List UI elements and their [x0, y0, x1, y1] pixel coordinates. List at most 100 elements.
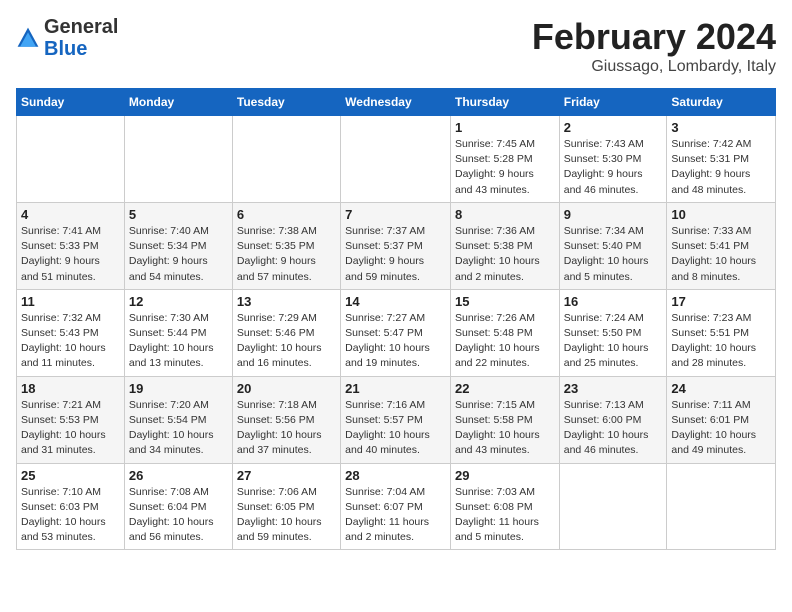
- calendar-cell: 14 Sunrise: 7:27 AM Sunset: 5:47 PM Dayli…: [341, 289, 451, 376]
- day-info: Sunrise: 7:33 AM Sunset: 5:41 PM Dayligh…: [671, 224, 771, 285]
- day-info: Sunrise: 7:43 AM Sunset: 5:30 PM Dayligh…: [564, 137, 663, 198]
- logo: General Blue: [16, 16, 118, 60]
- weekday-header-saturday: Saturday: [667, 89, 776, 116]
- day-info: Sunrise: 7:16 AM Sunset: 5:57 PM Dayligh…: [345, 398, 446, 459]
- day-number: 26: [129, 468, 228, 483]
- calendar-cell: 16 Sunrise: 7:24 AM Sunset: 5:50 PM Dayli…: [559, 289, 667, 376]
- day-info: Sunrise: 7:42 AM Sunset: 5:31 PM Dayligh…: [671, 137, 771, 198]
- day-info: Sunrise: 7:40 AM Sunset: 5:34 PM Dayligh…: [129, 224, 228, 285]
- weekday-header-tuesday: Tuesday: [232, 89, 340, 116]
- day-number: 28: [345, 468, 446, 483]
- day-info: Sunrise: 7:45 AM Sunset: 5:28 PM Dayligh…: [455, 137, 555, 198]
- calendar-cell: [232, 116, 340, 203]
- week-row-5: 25 Sunrise: 7:10 AM Sunset: 6:03 PM Dayli…: [17, 463, 776, 550]
- day-number: 17: [671, 294, 771, 309]
- calendar-cell: 22 Sunrise: 7:15 AM Sunset: 5:58 PM Dayli…: [450, 376, 559, 463]
- day-number: 13: [237, 294, 336, 309]
- calendar-cell: 29 Sunrise: 7:03 AM Sunset: 6:08 PM Dayli…: [450, 463, 559, 550]
- calendar-cell: 6 Sunrise: 7:38 AM Sunset: 5:35 PM Daylig…: [232, 202, 340, 289]
- day-info: Sunrise: 7:37 AM Sunset: 5:37 PM Dayligh…: [345, 224, 446, 285]
- calendar-cell: 10Sunrise: 7:33 AM Sunset: 5:41 PM Dayli…: [667, 202, 776, 289]
- week-row-3: 11Sunrise: 7:32 AM Sunset: 5:43 PM Dayli…: [17, 289, 776, 376]
- calendar-cell: [341, 116, 451, 203]
- weekday-header-sunday: Sunday: [17, 89, 125, 116]
- weekday-header-friday: Friday: [559, 89, 667, 116]
- calendar-cell: 27 Sunrise: 7:06 AM Sunset: 6:05 PM Dayli…: [232, 463, 340, 550]
- calendar-cell: 20Sunrise: 7:18 AM Sunset: 5:56 PM Dayli…: [232, 376, 340, 463]
- day-info: Sunrise: 7:10 AM Sunset: 6:03 PM Dayligh…: [21, 485, 120, 546]
- day-number: 25: [21, 468, 120, 483]
- logo-general: General: [44, 16, 118, 38]
- day-number: 27: [237, 468, 336, 483]
- day-number: 29: [455, 468, 555, 483]
- day-number: 5: [129, 207, 228, 222]
- calendar-cell: 23 Sunrise: 7:13 AM Sunset: 6:00 PM Dayli…: [559, 376, 667, 463]
- calendar-title: February 2024: [532, 16, 776, 58]
- day-info: Sunrise: 7:04 AM Sunset: 6:07 PM Dayligh…: [345, 485, 446, 546]
- calendar-cell: [667, 463, 776, 550]
- calendar-cell: 15 Sunrise: 7:26 AM Sunset: 5:48 PM Dayli…: [450, 289, 559, 376]
- day-info: Sunrise: 7:23 AM Sunset: 5:51 PM Dayligh…: [671, 311, 771, 372]
- logo-icon: [16, 26, 40, 50]
- calendar-cell: 17 Sunrise: 7:23 AM Sunset: 5:51 PM Dayli…: [667, 289, 776, 376]
- day-number: 18: [21, 381, 120, 396]
- day-info: Sunrise: 7:38 AM Sunset: 5:35 PM Dayligh…: [237, 224, 336, 285]
- calendar-cell: 11Sunrise: 7:32 AM Sunset: 5:43 PM Dayli…: [17, 289, 125, 376]
- week-row-1: 1 Sunrise: 7:45 AM Sunset: 5:28 PM Daylig…: [17, 116, 776, 203]
- day-number: 16: [564, 294, 663, 309]
- day-number: 22: [455, 381, 555, 396]
- week-row-2: 4Sunrise: 7:41 AM Sunset: 5:33 PM Daylig…: [17, 202, 776, 289]
- day-number: 21: [345, 381, 446, 396]
- day-info: Sunrise: 7:27 AM Sunset: 5:47 PM Dayligh…: [345, 311, 446, 372]
- logo-text: General Blue: [44, 16, 118, 60]
- calendar-cell: 24 Sunrise: 7:11 AM Sunset: 6:01 PM Dayli…: [667, 376, 776, 463]
- day-number: 19: [129, 381, 228, 396]
- calendar-cell: 7 Sunrise: 7:37 AM Sunset: 5:37 PM Daylig…: [341, 202, 451, 289]
- day-info: Sunrise: 7:08 AM Sunset: 6:04 PM Dayligh…: [129, 485, 228, 546]
- day-number: 8: [455, 207, 555, 222]
- day-info: Sunrise: 7:06 AM Sunset: 6:05 PM Dayligh…: [237, 485, 336, 546]
- calendar-cell: 26 Sunrise: 7:08 AM Sunset: 6:04 PM Dayli…: [124, 463, 232, 550]
- day-info: Sunrise: 7:26 AM Sunset: 5:48 PM Dayligh…: [455, 311, 555, 372]
- weekday-header-row: SundayMondayTuesdayWednesdayThursdayFrid…: [17, 89, 776, 116]
- calendar-table: SundayMondayTuesdayWednesdayThursdayFrid…: [16, 88, 776, 550]
- title-block: February 2024 Giussago, Lombardy, Italy: [532, 16, 776, 76]
- calendar-cell: 2 Sunrise: 7:43 AM Sunset: 5:30 PM Daylig…: [559, 116, 667, 203]
- calendar-subtitle: Giussago, Lombardy, Italy: [532, 58, 776, 76]
- day-number: 9: [564, 207, 663, 222]
- logo-blue: Blue: [44, 38, 87, 60]
- day-number: 14: [345, 294, 446, 309]
- day-info: Sunrise: 7:13 AM Sunset: 6:00 PM Dayligh…: [564, 398, 663, 459]
- day-number: 12: [129, 294, 228, 309]
- day-number: 15: [455, 294, 555, 309]
- day-info: Sunrise: 7:15 AM Sunset: 5:58 PM Dayligh…: [455, 398, 555, 459]
- day-info: Sunrise: 7:03 AM Sunset: 6:08 PM Dayligh…: [455, 485, 555, 546]
- calendar-cell: 28 Sunrise: 7:04 AM Sunset: 6:07 PM Dayli…: [341, 463, 451, 550]
- day-info: Sunrise: 7:29 AM Sunset: 5:46 PM Dayligh…: [237, 311, 336, 372]
- weekday-header-wednesday: Wednesday: [341, 89, 451, 116]
- day-number: 11: [21, 294, 120, 309]
- calendar-cell: 3Sunrise: 7:42 AM Sunset: 5:31 PM Daylig…: [667, 116, 776, 203]
- calendar-cell: 1 Sunrise: 7:45 AM Sunset: 5:28 PM Daylig…: [450, 116, 559, 203]
- day-number: 7: [345, 207, 446, 222]
- page-header: General Blue February 2024 Giussago, Lom…: [16, 16, 776, 76]
- weekday-header-monday: Monday: [124, 89, 232, 116]
- calendar-cell: 18 Sunrise: 7:21 AM Sunset: 5:53 PM Dayli…: [17, 376, 125, 463]
- week-row-4: 18 Sunrise: 7:21 AM Sunset: 5:53 PM Dayli…: [17, 376, 776, 463]
- calendar-cell: 19Sunrise: 7:20 AM Sunset: 5:54 PM Dayli…: [124, 376, 232, 463]
- day-number: 2: [564, 120, 663, 135]
- calendar-cell: 8Sunrise: 7:36 AM Sunset: 5:38 PM Daylig…: [450, 202, 559, 289]
- day-number: 6: [237, 207, 336, 222]
- calendar-cell: 13 Sunrise: 7:29 AM Sunset: 5:46 PM Dayli…: [232, 289, 340, 376]
- day-number: 23: [564, 381, 663, 396]
- day-info: Sunrise: 7:24 AM Sunset: 5:50 PM Dayligh…: [564, 311, 663, 372]
- day-number: 24: [671, 381, 771, 396]
- day-info: Sunrise: 7:30 AM Sunset: 5:44 PM Dayligh…: [129, 311, 228, 372]
- day-info: Sunrise: 7:21 AM Sunset: 5:53 PM Dayligh…: [21, 398, 120, 459]
- day-number: 20: [237, 381, 336, 396]
- day-info: Sunrise: 7:11 AM Sunset: 6:01 PM Dayligh…: [671, 398, 771, 459]
- calendar-cell: [124, 116, 232, 203]
- day-number: 1: [455, 120, 555, 135]
- day-info: Sunrise: 7:41 AM Sunset: 5:33 PM Dayligh…: [21, 224, 120, 285]
- calendar-cell: 5 Sunrise: 7:40 AM Sunset: 5:34 PM Daylig…: [124, 202, 232, 289]
